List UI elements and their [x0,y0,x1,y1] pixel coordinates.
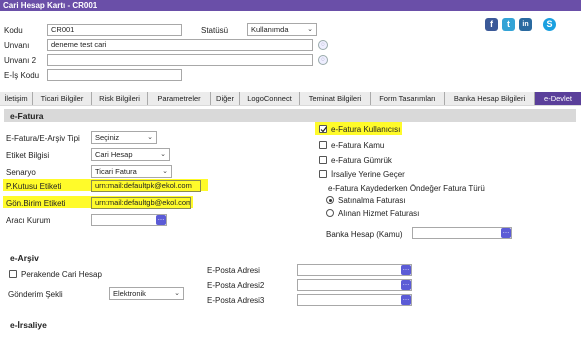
tab-strip: İletişim Ticari Bilgiler Risk Bilgileri … [0,92,581,107]
kaydeder-label: e-Fatura Kaydederken Öndeğer Fatura Türü [328,184,485,193]
etiket-bilgisi-select[interactable]: Cari Hesap ⌄ [91,148,170,161]
pk-etiketi-label: P.Kutusu Etiketi [6,182,62,191]
unvani-label: Unvanı [4,41,30,50]
pk-etiketi-field[interactable]: urn:mail:defaultpk@ekol.com [91,180,201,192]
efatura-gumruk-checkbox[interactable] [319,156,327,164]
gonderim-sekli-value: Elektronik [113,289,146,298]
senaryo-value: Ticari Fatura [95,167,137,176]
facebook-icon[interactable]: f [485,18,498,31]
kodu-field[interactable]: CR001 [47,24,182,36]
eposta1-lookup-button[interactable]: … [401,265,411,275]
unvani-translate-icon[interactable]: ◌ [318,40,328,50]
twitter-icon[interactable]: t [502,18,515,31]
chevron-down-icon: ⌄ [160,151,166,158]
tab-iletisim[interactable]: İletişim [0,92,33,105]
eis-kodu-field[interactable] [47,69,182,81]
banka-hesap-kamu-label: Banka Hesap (Kamu) [326,230,403,239]
kodu-label: Kodu [4,26,23,35]
tab-ticari-bilgiler[interactable]: Ticari Bilgiler [33,92,92,105]
unvani2-label: Unvanı 2 [4,56,37,65]
e-fatura-section-title: e-Fatura [10,111,44,121]
e-devlet-panel [0,106,581,341]
e-arsiv-section-bar [4,248,576,261]
irsaliye-yerine-gecer-checkbox[interactable] [319,170,327,178]
e-fatura-section-bar [4,109,576,122]
statusu-select[interactable]: Kullanımda ⌄ [247,23,317,36]
unvani2-translate-icon[interactable]: ◌ [318,55,328,65]
statusu-value: Kullanımda [251,25,289,34]
perakende-cari-hesap-checkbox[interactable] [9,270,17,278]
check-icon [320,126,327,133]
satinalma-faturasi-label: Satınalma Faturası [338,196,406,205]
efatura-kullanicisi-checkbox[interactable] [319,125,327,133]
eposta2-lookup-button[interactable]: … [401,280,411,290]
etiket-bilgisi-value: Cari Hesap [95,150,133,159]
efatura-kullanicisi-label: e-Fatura Kullanıcısı [331,125,401,134]
eposta3-field[interactable] [297,294,412,306]
chevron-down-icon: ⌄ [174,290,180,297]
window-title-bar: Cari Hesap Kartı - CR001 [0,0,581,11]
chevron-down-icon: ⌄ [147,134,153,141]
araci-kurum-lookup-button[interactable]: … [156,215,166,225]
efatura-kamu-label: e-Fatura Kamu [331,141,385,150]
unvani2-field[interactable] [47,54,313,66]
eposta1-label: E-Posta Adresi [207,266,260,275]
linkedin-icon[interactable]: in [519,18,532,31]
perakende-cari-hesap-label: Perakende Cari Hesap [21,270,102,279]
efatura-tipi-value: Seçiniz [95,133,120,142]
satinalma-faturasi-radio[interactable] [326,196,334,204]
eposta3-lookup-button[interactable]: … [401,295,411,305]
tab-parametreler[interactable]: Parametreler [148,92,211,105]
eis-kodu-label: E-İş Kodu [4,71,40,80]
statusu-label: Statüsü [201,26,229,35]
eposta2-field[interactable] [297,279,412,291]
alinan-hizmet-faturasi-radio[interactable] [326,209,334,217]
senaryo-label: Senaryo [6,168,36,177]
unvani-field[interactable]: deneme test cari [47,39,313,51]
banka-hesap-lookup-button[interactable]: … [501,228,511,238]
e-arsiv-section-title: e-Arşiv [10,253,39,263]
gb-etiketi-label: Gön.Birim Etiketi [6,199,66,208]
chevron-down-icon: ⌄ [307,26,313,33]
tab-form-tasarimlari[interactable]: Form Tasarımları [371,92,445,105]
tab-logoconnect[interactable]: LogoConnect [240,92,300,105]
efatura-tipi-label: E-Fatura/E-Arşiv Tipi [6,134,80,143]
tab-diger[interactable]: Diğer [211,92,240,105]
chevron-down-icon: ⌄ [162,168,168,175]
e-irsaliye-section-title: e-İrsaliye [10,320,47,330]
araci-kurum-label: Aracı Kurum [6,216,51,225]
alinan-hizmet-faturasi-label: Alınan Hizmet Faturası [338,209,420,218]
irsaliye-yerine-gecer-label: İrsaliye Yerine Geçer [331,170,405,179]
eposta1-field[interactable] [297,264,412,276]
efatura-tipi-select[interactable]: Seçiniz ⌄ [91,131,157,144]
tab-e-devlet[interactable]: e-Devlet [535,92,581,105]
etiket-bilgisi-label: Etiket Bilgisi [6,151,50,160]
eposta3-label: E-Posta Adresi3 [207,296,265,305]
gonderim-sekli-label: Gönderim Şekli [8,290,63,299]
window-title: Cari Hesap Kartı - CR001 [3,1,98,10]
skype-icon[interactable]: S [543,18,556,31]
tab-teminat-bilgileri[interactable]: Teminat Bilgileri [300,92,371,105]
gonderim-sekli-select[interactable]: Elektronik ⌄ [109,287,184,300]
tab-risk-bilgileri[interactable]: Risk Bilgileri [92,92,148,105]
efatura-kamu-checkbox[interactable] [319,141,327,149]
banka-hesap-kamu-field[interactable] [412,227,512,239]
senaryo-select[interactable]: Ticari Fatura ⌄ [91,165,172,178]
tab-banka-hesap-bilgileri[interactable]: Banka Hesap Bilgileri [445,92,535,105]
eposta2-label: E-Posta Adresi2 [207,281,265,290]
efatura-gumruk-label: e-Fatura Gümrük [331,156,392,165]
gb-etiketi-field[interactable]: urn:mail:defaultgb@ekol.com [91,197,191,209]
